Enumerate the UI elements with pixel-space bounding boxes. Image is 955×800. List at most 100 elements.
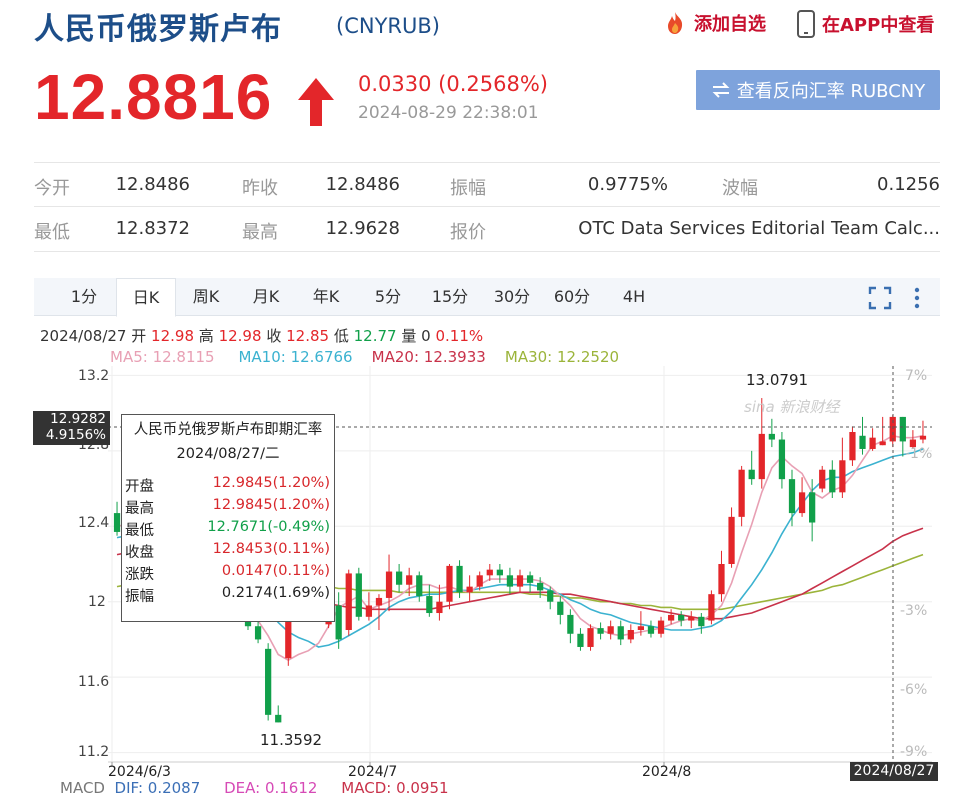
candle-body — [758, 433, 765, 480]
candle-body — [466, 586, 473, 593]
tab-30min[interactable]: 30分 — [484, 278, 540, 316]
candle-body — [809, 492, 816, 523]
macd-title: MACD — [60, 779, 105, 797]
crosshair-price: 12.9282 — [50, 411, 106, 427]
ohlc-summary: 2024/08/27 开 12.98 高 12.98 收 12.85 低 12.… — [40, 325, 483, 346]
price-change: 0.0330 (0.2568%) — [358, 72, 548, 96]
tab-weekly[interactable]: 周K — [180, 278, 232, 316]
wave-value: 0.1256 — [877, 174, 940, 195]
candle-body — [486, 569, 493, 576]
candle-body — [496, 569, 503, 576]
y-tick-label: 12 — [88, 594, 106, 610]
candle-body — [395, 571, 403, 585]
tab-daily[interactable]: 日K — [116, 278, 176, 317]
candle-body — [738, 469, 745, 517]
ohlc-high: 12.98 — [218, 327, 262, 345]
candle-body — [688, 616, 695, 621]
ohlc-open: 12.98 — [151, 327, 194, 345]
ohlc-open-label: 开 — [131, 327, 147, 345]
candle-body — [406, 575, 413, 585]
ohlc-high-label: 高 — [198, 327, 214, 345]
candle-body — [557, 601, 564, 615]
candle-body — [547, 590, 554, 602]
candle-body — [476, 575, 483, 587]
tooltip-row-value: 12.9845(1.20%) — [212, 497, 330, 513]
tooltip-row: 开盘 12.9845(1.20%) — [122, 473, 334, 495]
candle-body — [698, 616, 705, 627]
candle-body — [819, 469, 826, 489]
ohlc-low-label: 低 — [333, 327, 349, 345]
wave-label: 波幅 — [722, 178, 758, 199]
tooltip-row-value: 12.8453(0.11%) — [212, 541, 330, 557]
candle-body — [728, 516, 735, 564]
candle-body — [879, 441, 886, 446]
quote-time: 2024-08-29 22:38:01 — [358, 103, 539, 123]
candle-body — [708, 594, 715, 621]
candle-body — [798, 492, 806, 514]
tab-5min[interactable]: 5分 — [362, 278, 414, 316]
high-label: 最高 — [242, 222, 278, 243]
fullscreen-icon[interactable] — [868, 286, 892, 310]
ohlc-close: 12.85 — [286, 327, 330, 345]
reverse-rate-label: 查看反向汇率 RUBCNY — [736, 81, 926, 102]
candle-body — [365, 605, 373, 617]
tooltip-row-label: 收盘 — [125, 545, 154, 561]
candle-body — [788, 479, 796, 514]
tab-yearly[interactable]: 年K — [300, 278, 352, 316]
candle-body — [345, 573, 352, 630]
candle-body — [607, 626, 614, 634]
amplitude-label: 振幅 — [450, 178, 486, 199]
candle-body — [829, 469, 836, 493]
low-label: 最低 — [34, 222, 70, 243]
candle-body — [859, 435, 866, 449]
add-favorite-label: 添加自选 — [694, 14, 766, 35]
tooltip-row: 最高 12.9845(1.20%) — [122, 495, 334, 517]
candle-body — [506, 575, 514, 587]
candle-body — [265, 648, 272, 715]
open-app-button[interactable]: 在APP中查看 — [796, 10, 934, 38]
candle-body — [446, 565, 453, 602]
candle-body — [637, 626, 645, 630]
candle-body — [416, 575, 423, 597]
reverse-rate-button[interactable]: 查看反向汇率 RUBCNY — [696, 70, 940, 110]
watermark: sina 新浪财经 — [744, 398, 840, 416]
tab-4h[interactable]: 4H — [608, 278, 660, 316]
tab-60min[interactable]: 60分 — [544, 278, 600, 316]
candle-tooltip: 人民币兑俄罗斯卢布即期汇率 2024/08/27/二 开盘 12.9845(1.2… — [121, 414, 335, 622]
candle-body — [355, 573, 362, 617]
candle-body — [919, 435, 927, 440]
tooltip-row: 振幅 0.2174(1.69%) — [122, 583, 334, 605]
y-pct-label: -9% — [900, 744, 928, 760]
up-arrow-icon — [298, 78, 334, 126]
tab-monthly[interactable]: 月K — [240, 278, 292, 316]
ohlc-low: 12.77 — [353, 327, 397, 345]
x-tick-label: 2024/7 — [348, 764, 398, 780]
tooltip-row-value: 0.0147(0.11%) — [221, 563, 330, 579]
tab-1min[interactable]: 1分 — [58, 278, 110, 316]
tab-15min[interactable]: 15分 — [422, 278, 478, 316]
swap-icon — [712, 82, 730, 98]
candle-body — [456, 565, 463, 593]
candle-body — [426, 596, 433, 614]
tooltip-row-value: 12.7671(-0.49%) — [207, 519, 330, 535]
candle-body — [567, 614, 574, 634]
more-options-icon[interactable] — [912, 286, 922, 310]
tooltip-row-label: 振幅 — [125, 589, 154, 605]
tooltip-row-label: 最高 — [125, 501, 154, 517]
candle-body — [617, 626, 624, 640]
macd-value: MACD: 0.0951 — [341, 779, 449, 797]
candle-body — [537, 582, 544, 591]
low-value: 12.8372 — [115, 218, 190, 239]
candle-body — [647, 626, 655, 634]
open-app-label: 在APP中查看 — [822, 15, 935, 36]
crosshair-price-label: 12.9282 4.9156% — [33, 411, 110, 445]
y-pct-label: -6% — [900, 682, 928, 698]
prev-close-label: 昨收 — [242, 178, 278, 199]
stats-table: 今开 12.8486 昨收 12.8486 振幅 0.9775% 波幅 0.12… — [34, 162, 940, 252]
candle-body — [678, 614, 685, 621]
ohlc-date: 2024/08/27 — [40, 327, 127, 345]
add-favorite-button[interactable]: 添加自选 — [662, 10, 766, 36]
flame-icon — [668, 12, 683, 34]
tooltip-row-label: 最低 — [125, 523, 154, 539]
tooltip-row-label: 开盘 — [125, 479, 154, 495]
